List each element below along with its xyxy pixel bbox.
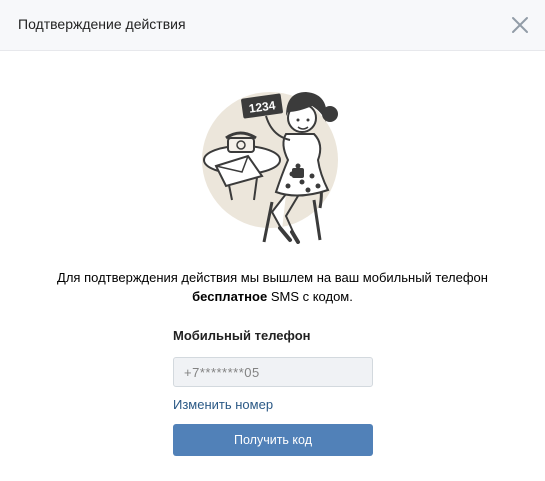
modal-title: Подтверждение действия	[18, 16, 186, 32]
message-line1: Для подтверждения действия мы вышлем на …	[57, 270, 488, 285]
confirmation-message: Для подтверждения действия мы вышлем на …	[20, 268, 525, 306]
phone-label: Мобильный телефон	[173, 328, 311, 343]
close-icon	[512, 17, 528, 33]
phone-input[interactable]	[173, 357, 373, 387]
confirmation-modal: Подтверждение действия 1234 Для подтверж…	[0, 0, 545, 481]
change-number-link[interactable]: Изменить номер	[173, 397, 273, 413]
close-button[interactable]	[509, 14, 531, 36]
modal-header: Подтверждение действия	[0, 0, 545, 51]
get-code-button[interactable]: Получить код	[173, 424, 373, 456]
message-rest: SMS с кодом.	[267, 289, 353, 304]
message-bold: бесплатное	[192, 289, 268, 304]
sms-illustration: 1234	[202, 82, 348, 244]
